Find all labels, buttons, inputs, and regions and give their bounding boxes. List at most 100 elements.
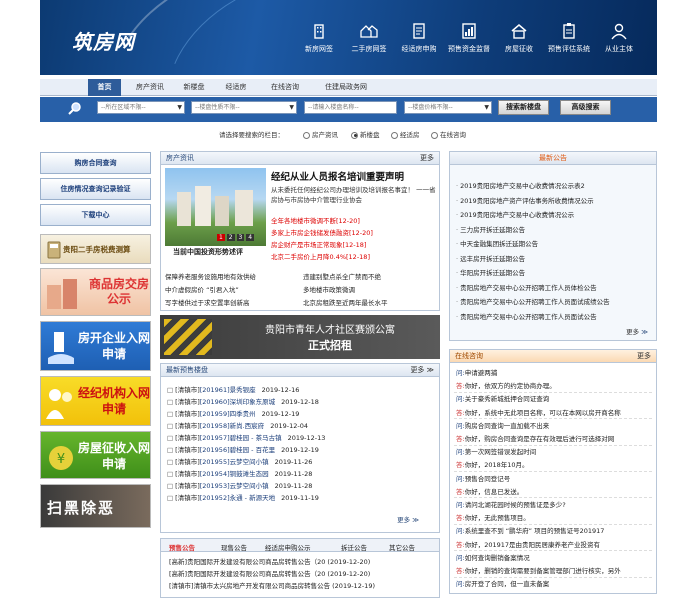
talent-apartment-ad[interactable]: 贵阳市青年人才社区赛颁公寓 正式招租 [160,315,440,359]
nav-second-hand-sign[interactable]: 二手房网签 [344,22,394,54]
area-select[interactable]: --所在区域不限-- ▼ [97,101,185,114]
nav-housing-bureau[interactable]: 住建局政务网 [316,79,376,96]
announcement-item[interactable]: · 2019贵阳房地产交易中心收费情况公示 [456,209,574,219]
news-red-item[interactable]: 北京二手房价上月降0.4%[12-18] [271,251,370,261]
presale-item[interactable]: □ [清镇市][201955]云梦空间小镇 2019-11-26 [167,456,312,466]
radio-affordable[interactable]: 经适房 [391,129,420,139]
announcement-item[interactable]: · 贵阳房地产交易中心公开招聘工作人员体检公告 [456,282,597,292]
news-red-item[interactable]: 房企财产是市场正常现象[12-18] [271,239,366,249]
anti-crime-banner[interactable]: 扫黑除恶 [40,484,151,528]
presale-item[interactable]: □ [清镇市][201953]云梦空间小镇 2019-11-28 [167,480,312,490]
consult-question[interactable]: 问:第一次网签错误发起时间 [456,446,654,456]
radio-news[interactable]: 房产资讯 [303,129,338,139]
announcement-item[interactable]: · 2019贵阳房地产交易中心收费情况公示表2 [456,180,585,190]
presale-more-bottom-link[interactable]: 更多 ≫ [397,514,419,524]
nav-practitioner[interactable]: 从业主体 [594,22,644,54]
news-item[interactable]: 违建别墅点杀全广禁而不绝 [303,271,381,281]
consult-question[interactable]: 问:申请避两捕 [456,367,654,377]
nav-new-property[interactable]: 新楼盘 [174,79,214,96]
news-red-item[interactable]: 全年各地楼市微调不断[12-20] [271,215,360,225]
consult-question[interactable]: 问:预售合同登记号 [456,473,654,483]
agency-register-banner[interactable]: 经纪机构入网申请 [40,376,151,426]
handover-notice-banner[interactable]: 商品房交房公示 [40,268,151,316]
property-name-input[interactable]: --请输入楼盘名称-- [304,101,397,114]
consult-question[interactable]: 问:请问北湖花园时候的预售证是多少? [456,499,654,509]
nav-consult[interactable]: 在线咨询 [263,79,307,96]
developer-register-banner[interactable]: 房开企业入网申请 [40,321,151,371]
announcement-item[interactable]: · 贵阳房地产交易中心公开招聘工作人员面试成绩公告 [456,296,610,306]
notice-item[interactable]: [高新]贵阳国际开发建设有限公司商品房转售公告（20 (2019-12-20) [169,556,370,566]
consult-question[interactable]: 问:如何查询删销备案情况 [456,552,654,562]
presale-item[interactable]: □ [清镇市][201958]新尚.西宸府 2019-12-04 [167,420,308,430]
consult-answer[interactable]: 答:你好，无此预售项目。 [456,512,654,522]
presale-item[interactable]: □ [清镇市][201952]永通 - 新源天地 2019-11-19 [167,492,319,502]
consult-answer[interactable]: 答:你好，依双方的约定协商办理。 [456,380,654,390]
tab-onsale[interactable]: 现售公告 [221,542,247,552]
announcement-item[interactable]: · 2019贵阳房地产资产评估事务所收费情况公示 [456,195,594,205]
nav-home[interactable]: 首页 [88,79,121,96]
notice-tabs: 预售公告 现售公告 经适房申购公示 拆迁公告 其它公告 [161,539,439,552]
presale-item[interactable]: □ [清镇市][201961]景秀银座 2019-12-16 [167,384,299,394]
advanced-search-button[interactable]: 高级搜索 [560,100,611,115]
news-headline[interactable]: 经纪从业人员报名培训重要声明 [271,169,404,183]
presale-more-link[interactable]: 更多 ≫ [410,364,434,377]
announcement-item[interactable]: · 华阳房开拆迁延期公告 [456,267,525,277]
news-item[interactable]: 多地楼市政策微调 [303,284,355,294]
nav-house-expropriation[interactable]: 房屋征收 [494,22,544,54]
radio-new-property[interactable]: 新楼盘 [351,129,380,139]
announcement-item[interactable]: · 中天金融集团拆迁延期公告 [456,238,538,248]
news-item[interactable]: 写字楼供过于求空置率创新高 [165,297,250,307]
property-type-select[interactable]: --楼盘性质不限-- ▼ [191,101,297,114]
consult-answer[interactable]: 答:你好，信息已发送。 [456,486,654,496]
announcement-more-link[interactable]: 更多 ≫ [626,326,648,336]
presale-item[interactable]: □ [清镇市][201960]深圳印象东原城 2019-12-18 [167,396,319,406]
consult-answer[interactable]: 答:你好，删销的查询需要到备案管理部门进行核实，另外 [456,565,654,575]
nav-news[interactable]: 房产资讯 [128,79,172,96]
announcement-item[interactable]: · 贵阳房地产交易中心公开招聘工作人员面试公告 [456,311,597,321]
tab-demolition[interactable]: 拆迁公告 [341,542,367,552]
expropriation-register-banner[interactable]: ¥ 房屋征收入网申请 [40,431,151,479]
presale-item[interactable]: □ [清镇市][201956]碧桂园 - 百花里 2019-12-19 [167,444,319,454]
nav-affordable[interactable]: 经适房 [218,79,254,96]
news-item[interactable]: 保障养老服务设施用地有效供给 [165,271,256,281]
announcement-item[interactable]: · 三力房开拆迁延期公告 [456,224,525,234]
consult-answer[interactable]: 答:你好，系统中无此项目名称，可以在本网以房开商名称 [456,407,654,417]
housing-record-verify-button[interactable]: 住房情况查询记录验证 [40,178,151,200]
nav-new-house-sign[interactable]: 新房网签 [294,22,344,54]
price-select[interactable]: --楼盘价格不限-- ▼ [404,101,492,114]
consult-answer[interactable]: 答:你好，2018年10月。 [456,459,654,469]
radio-consult[interactable]: 在线咨询 [431,129,466,139]
announcement-item[interactable]: · 远丰房开拆迁延期公告 [456,253,525,263]
presale-item[interactable]: □ [清镇市][201957]碧桂园 - 茶马古镇 2019-12-13 [167,432,325,442]
site-logo[interactable]: 筑房网 [72,26,135,55]
news-item[interactable]: 北京房租跌至近两年最长水平 [303,297,388,307]
tax-calculator-banner[interactable]: 贵阳二手房税费测算 [40,234,151,264]
search-property-button[interactable]: 搜索新楼盘 [498,100,549,115]
notice-item[interactable]: [高新]贵阳国际开发建设有限公司商品房转售公告（20 (2019-12-20) [169,568,370,578]
consult-question[interactable]: 问:关于豪秀新城抵押合同证查询 [456,393,654,403]
tab-presale[interactable]: 预售公告 [169,542,195,552]
presale-item[interactable]: □ [清镇市][201959]四季贵州 2019-12-19 [167,408,299,418]
people-icon [45,385,75,423]
news-photo[interactable]: 1 2 3 4 [165,168,266,246]
consult-question[interactable]: 问:系统里查不到 “鹏华府” 项目的预售证号201917 [456,525,654,535]
consult-question[interactable]: 问:房开登了合同，但一直未备案 [456,578,654,588]
presale-item[interactable]: □ [清镇市][201954]铜鼓滩生态园 2019-11-28 [167,468,312,478]
tab-other[interactable]: 其它公告 [389,542,415,552]
consult-answer[interactable]: 答:你好，201917是由贵阳民居康养老产业投资有 [456,539,654,549]
nav-presale-fund[interactable]: 预售资金监督 [444,22,494,54]
download-center-button[interactable]: 下载中心 [40,204,151,226]
notice-item[interactable]: [清镇市]清镇市太兴房地产开发有限公司商品房转售公告 (2019-12-19) [169,580,375,590]
document-icon [410,22,428,40]
news-item[interactable]: 中介虚假房价 “引君入坑” [165,284,239,294]
consult-question[interactable]: 问:购房合同查询一直加载不出来 [456,420,654,430]
news-red-item[interactable]: 多家上市房企钱储发债融资[12-20] [271,227,373,237]
contract-query-button[interactable]: 购房合同查询 [40,152,151,174]
tab-affordable[interactable]: 经适房申购公示 [265,542,311,552]
consult-answer[interactable]: 答:你好，购房合同查询是存在有效理后进行可选择对网 [456,433,654,443]
consult-more-link[interactable]: 更多 [637,350,651,363]
news-more-link[interactable]: 更多 [420,152,434,165]
nav-presale-evaluation[interactable]: 预售评估系统 [544,22,594,54]
photo-caption[interactable]: 当前中国投资形势述评 [173,247,243,257]
nav-affordable-apply[interactable]: 经适房申购 [394,22,444,54]
